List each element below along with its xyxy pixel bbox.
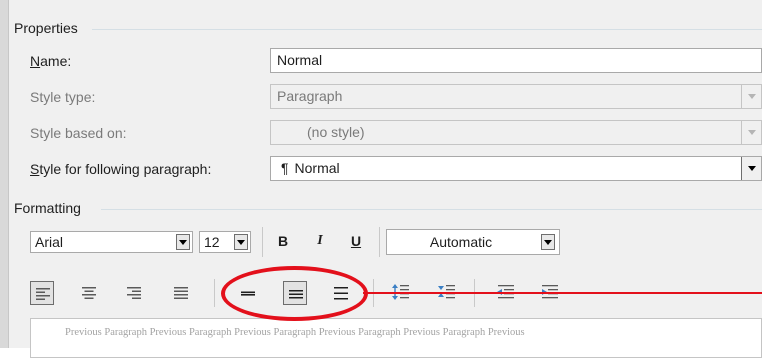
following-paragraph-dropdown-button[interactable] — [741, 157, 761, 180]
font-color-value: Automatic — [429, 234, 493, 250]
annotation-line — [363, 292, 762, 294]
font-size-dropdown-button[interactable] — [234, 234, 248, 250]
align-right-icon — [127, 287, 141, 299]
modify-style-dialog: Properties Name: Normal Style type: Para… — [0, 0, 762, 358]
toolbar-separator — [379, 227, 380, 257]
name-label-mnemonic: N — [30, 53, 41, 69]
formatting-group-label: Formatting — [14, 200, 81, 216]
style-type-value: Paragraph — [277, 88, 343, 104]
font-color-dropdown-button[interactable] — [541, 234, 555, 250]
preview-text: Previous Paragraph Previous Paragraph Pr… — [65, 327, 525, 338]
font-color-dropdown[interactable]: Automatic — [386, 229, 560, 255]
following-paragraph-dropdown[interactable]: ¶ Normal — [270, 156, 762, 181]
name-label: Name: — [30, 53, 71, 69]
style-type-dropdown[interactable]: Paragraph — [270, 84, 762, 109]
toolbar-separator — [262, 227, 263, 257]
chevron-down-icon — [747, 130, 756, 135]
following-label-rest: tyle for following paragraph: — [39, 161, 212, 177]
following-paragraph-label: Style for following paragraph: — [30, 161, 211, 177]
align-left-icon — [36, 288, 50, 300]
align-left-button[interactable] — [30, 281, 54, 305]
font-name-value: Arial — [35, 234, 64, 250]
annotation-ellipse — [221, 266, 368, 321]
chevron-down-icon — [747, 94, 756, 99]
name-label-rest: ame: — [40, 53, 72, 69]
justify-button[interactable] — [169, 281, 193, 305]
chevron-down-icon — [179, 239, 187, 245]
style-based-on-dropdown[interactable]: (no style) — [270, 120, 762, 145]
italic-button[interactable]: I — [310, 233, 330, 249]
style-based-on-label: Style based on: — [30, 125, 127, 141]
dialog-left-border — [0, 0, 9, 348]
formatting-divider — [101, 209, 762, 210]
font-size-dropdown[interactable]: 12 — [199, 231, 251, 253]
align-center-button[interactable] — [77, 281, 101, 305]
style-based-on-dropdown-button[interactable] — [741, 121, 761, 144]
style-based-on-value: (no style) — [307, 124, 365, 140]
toolbar-separator — [214, 279, 215, 307]
name-field[interactable]: Normal — [270, 48, 762, 73]
style-type-label: Style type: — [30, 89, 96, 105]
font-size-value: 12 — [204, 234, 220, 250]
style-type-dropdown-button[interactable] — [741, 85, 761, 108]
style-preview-pane: Previous Paragraph Previous Paragraph Pr… — [30, 318, 762, 358]
following-paragraph-value: Normal — [294, 160, 340, 176]
font-name-dropdown-button[interactable] — [176, 234, 190, 250]
bold-button[interactable]: B — [273, 233, 293, 249]
font-name-dropdown[interactable]: Arial — [30, 231, 193, 253]
chevron-down-icon — [747, 166, 756, 171]
justify-icon — [174, 287, 188, 299]
underline-button[interactable]: U — [346, 233, 366, 249]
following-label-mnemonic: S — [30, 161, 40, 177]
chevron-down-icon — [544, 239, 552, 245]
pilcrow-icon: ¶ — [281, 160, 289, 176]
align-center-icon — [82, 287, 96, 299]
properties-divider — [92, 29, 762, 30]
align-right-button[interactable] — [122, 281, 146, 305]
chevron-down-icon — [237, 239, 245, 245]
properties-group-label: Properties — [14, 20, 78, 36]
